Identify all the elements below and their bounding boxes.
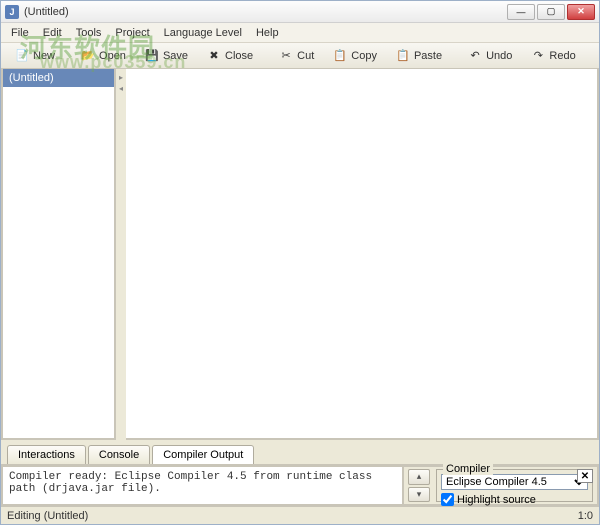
status-left: Editing (Untitled) xyxy=(7,510,88,522)
menubar: File Edit Tools Project Language Level H… xyxy=(1,23,599,43)
splitter-gutter[interactable]: ▸ ◂ xyxy=(116,69,126,440)
panel-close-button[interactable]: ✕ xyxy=(577,469,593,483)
sidebar-doc-item[interactable]: (Untitled) xyxy=(3,69,114,87)
cut-icon: ✂ xyxy=(279,49,293,63)
compiler-output-text: Compiler ready: Eclipse Compiler 4.5 fro… xyxy=(1,465,404,506)
close-icon: ✖ xyxy=(207,49,221,63)
app-window: J (Untitled) — ▢ ✕ File Edit Tools Proje… xyxy=(0,0,600,525)
main-area: (Untitled) ▸ ◂ xyxy=(1,69,599,440)
copy-label: Copy xyxy=(351,50,377,62)
minimize-button[interactable]: — xyxy=(507,4,535,20)
paste-button[interactable]: 📋 Paste xyxy=(388,47,450,65)
status-right: 1:0 xyxy=(578,510,593,522)
up-arrow-button[interactable]: ▴ xyxy=(408,469,430,485)
highlight-checkbox[interactable] xyxy=(441,493,454,506)
toolbar: 📄 New 📂 Open 💾 Save ✖ Close ✂ Cut 📋 Copy 📋 Past… xyxy=(1,43,599,69)
save-icon: 💾 xyxy=(145,49,159,63)
open-label: Open xyxy=(99,50,126,62)
undo-label: Undo xyxy=(486,50,512,62)
save-label: Save xyxy=(163,50,188,62)
new-button[interactable]: 📄 New xyxy=(7,47,63,65)
find-button[interactable]: 🔍Find xyxy=(594,47,600,65)
chevron-left-icon: ◂ xyxy=(119,84,123,93)
tab-interactions[interactable]: Interactions xyxy=(7,445,86,464)
undo-icon: ↶ xyxy=(468,49,482,63)
down-arrow-button[interactable]: ▾ xyxy=(408,487,430,503)
redo-icon: ↷ xyxy=(531,49,545,63)
maximize-button[interactable]: ▢ xyxy=(537,4,565,20)
new-label: New xyxy=(33,50,55,62)
redo-button[interactable]: ↷ Redo xyxy=(523,47,583,65)
tab-console[interactable]: Console xyxy=(88,445,150,464)
undo-button[interactable]: ↶ Undo xyxy=(460,47,520,65)
close-button[interactable]: ✖ Close xyxy=(199,47,261,65)
highlight-source-option[interactable]: Highlight source xyxy=(441,493,588,506)
menu-file[interactable]: File xyxy=(5,25,35,41)
tab-compiler-output[interactable]: Compiler Output xyxy=(152,445,254,464)
save-button[interactable]: 💾 Save xyxy=(137,47,196,65)
cut-label: Cut xyxy=(297,50,314,62)
paste-label: Paste xyxy=(414,50,442,62)
close-window-button[interactable]: ✕ xyxy=(567,4,595,20)
open-button[interactable]: 📂 Open xyxy=(73,47,134,65)
open-icon: 📂 xyxy=(81,49,95,63)
highlight-label: Highlight source xyxy=(457,494,536,506)
app-icon: J xyxy=(5,5,19,19)
document-sidebar: (Untitled) xyxy=(1,69,116,440)
cut-button[interactable]: ✂ Cut xyxy=(271,47,322,65)
compiler-settings: ▴ ▾ Compiler Eclipse Compiler 4.5 Highli… xyxy=(404,465,599,506)
compiler-box: Compiler Eclipse Compiler 4.5 Highlight … xyxy=(436,469,593,502)
new-icon: 📄 xyxy=(15,49,29,63)
menu-language[interactable]: Language Level xyxy=(158,25,248,41)
compiler-box-title: Compiler xyxy=(443,463,493,475)
output-panel: Compiler ready: Eclipse Compiler 4.5 fro… xyxy=(1,464,599,506)
compiler-select[interactable]: Eclipse Compiler 4.5 xyxy=(441,474,588,490)
bottom-tabs: Interactions Console Compiler Output xyxy=(1,440,599,464)
menu-tools[interactable]: Tools xyxy=(70,25,108,41)
copy-button[interactable]: 📋 Copy xyxy=(325,47,385,65)
menu-edit[interactable]: Edit xyxy=(37,25,68,41)
redo-label: Redo xyxy=(549,50,575,62)
window-title: (Untitled) xyxy=(24,6,507,18)
paste-icon: 📋 xyxy=(396,49,410,63)
close-label: Close xyxy=(225,50,253,62)
chevron-right-icon: ▸ xyxy=(119,73,123,82)
arrow-buttons: ▴ ▾ xyxy=(408,469,430,502)
copy-icon: 📋 xyxy=(333,49,347,63)
menu-help[interactable]: Help xyxy=(250,25,285,41)
menu-project[interactable]: Project xyxy=(109,25,155,41)
statusbar: Editing (Untitled) 1:0 xyxy=(1,506,599,524)
titlebar: J (Untitled) — ▢ ✕ xyxy=(1,1,599,23)
window-controls: — ▢ ✕ xyxy=(507,4,595,20)
sidebar-content xyxy=(3,87,114,438)
editor-pane[interactable] xyxy=(126,69,599,440)
